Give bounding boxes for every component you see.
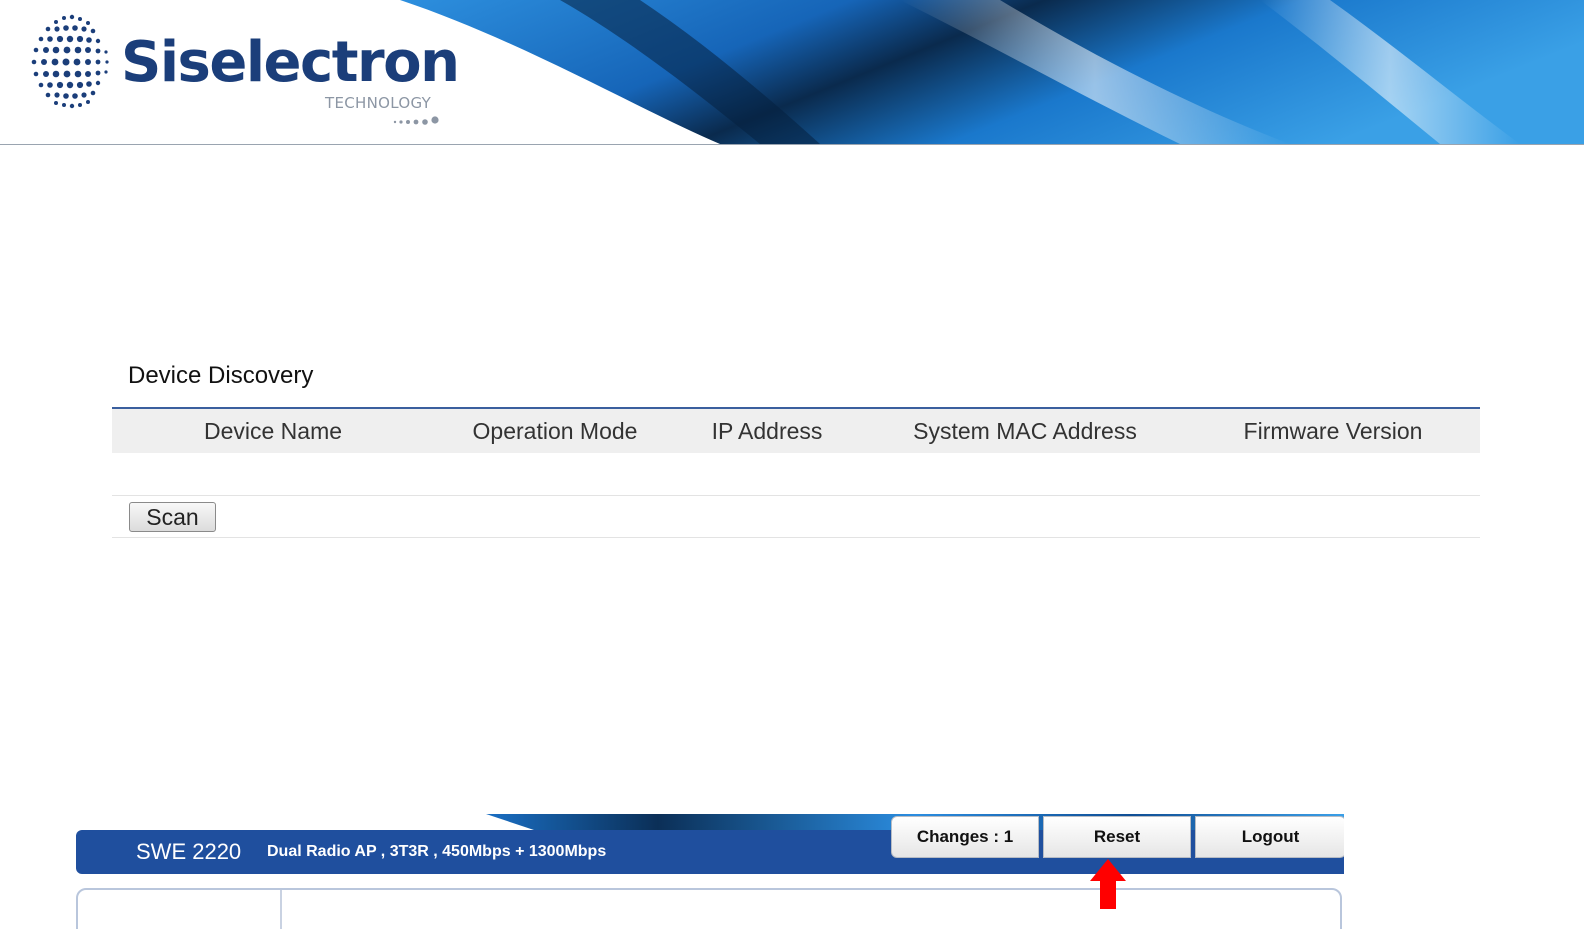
table-action-row: Scan [112, 496, 1480, 538]
device-model: SWE 2220 [136, 839, 242, 864]
scan-button[interactable]: Scan [129, 502, 216, 532]
column-header-firmware-version: Firmware Version [1243, 418, 1423, 444]
table-header: Device Name Operation Mode IP Address Sy… [112, 407, 1480, 453]
device-discovery-table: Device Name Operation Mode IP Address Sy… [112, 407, 1480, 538]
reset-button[interactable]: Reset [1043, 816, 1191, 858]
page: Siselectron TECHNOLOGY Device Discovery … [0, 0, 1584, 929]
table-body-empty [112, 453, 1480, 496]
globe-dots-icon [31, 14, 109, 109]
device-ui-screenshot: SWE 2220 Dual Radio AP , 3T3R , 450Mbps … [76, 814, 1344, 929]
header-banner: Siselectron TECHNOLOGY [0, 0, 1584, 145]
tagline-dots-icon [393, 116, 439, 125]
column-header-operation-mode: Operation Mode [472, 418, 638, 444]
changes-button[interactable]: Changes : 1 [891, 816, 1039, 858]
brand-tagline: TECHNOLOGY [325, 94, 432, 112]
column-header-mac-address: System MAC Address [913, 418, 1137, 444]
device-description: Dual Radio AP , 3T3R , 450Mbps + 1300Mbp… [267, 843, 607, 860]
column-header-ip-address: IP Address [711, 418, 823, 444]
column-header-device-name: Device Name [203, 418, 343, 444]
logout-button[interactable]: Logout [1195, 816, 1344, 858]
brand-name: Siselectron [121, 30, 460, 95]
page-title: Device Discovery [128, 362, 314, 389]
red-up-arrow-icon [1090, 859, 1126, 909]
frame-divider [280, 890, 282, 929]
content-frame [76, 888, 1342, 929]
